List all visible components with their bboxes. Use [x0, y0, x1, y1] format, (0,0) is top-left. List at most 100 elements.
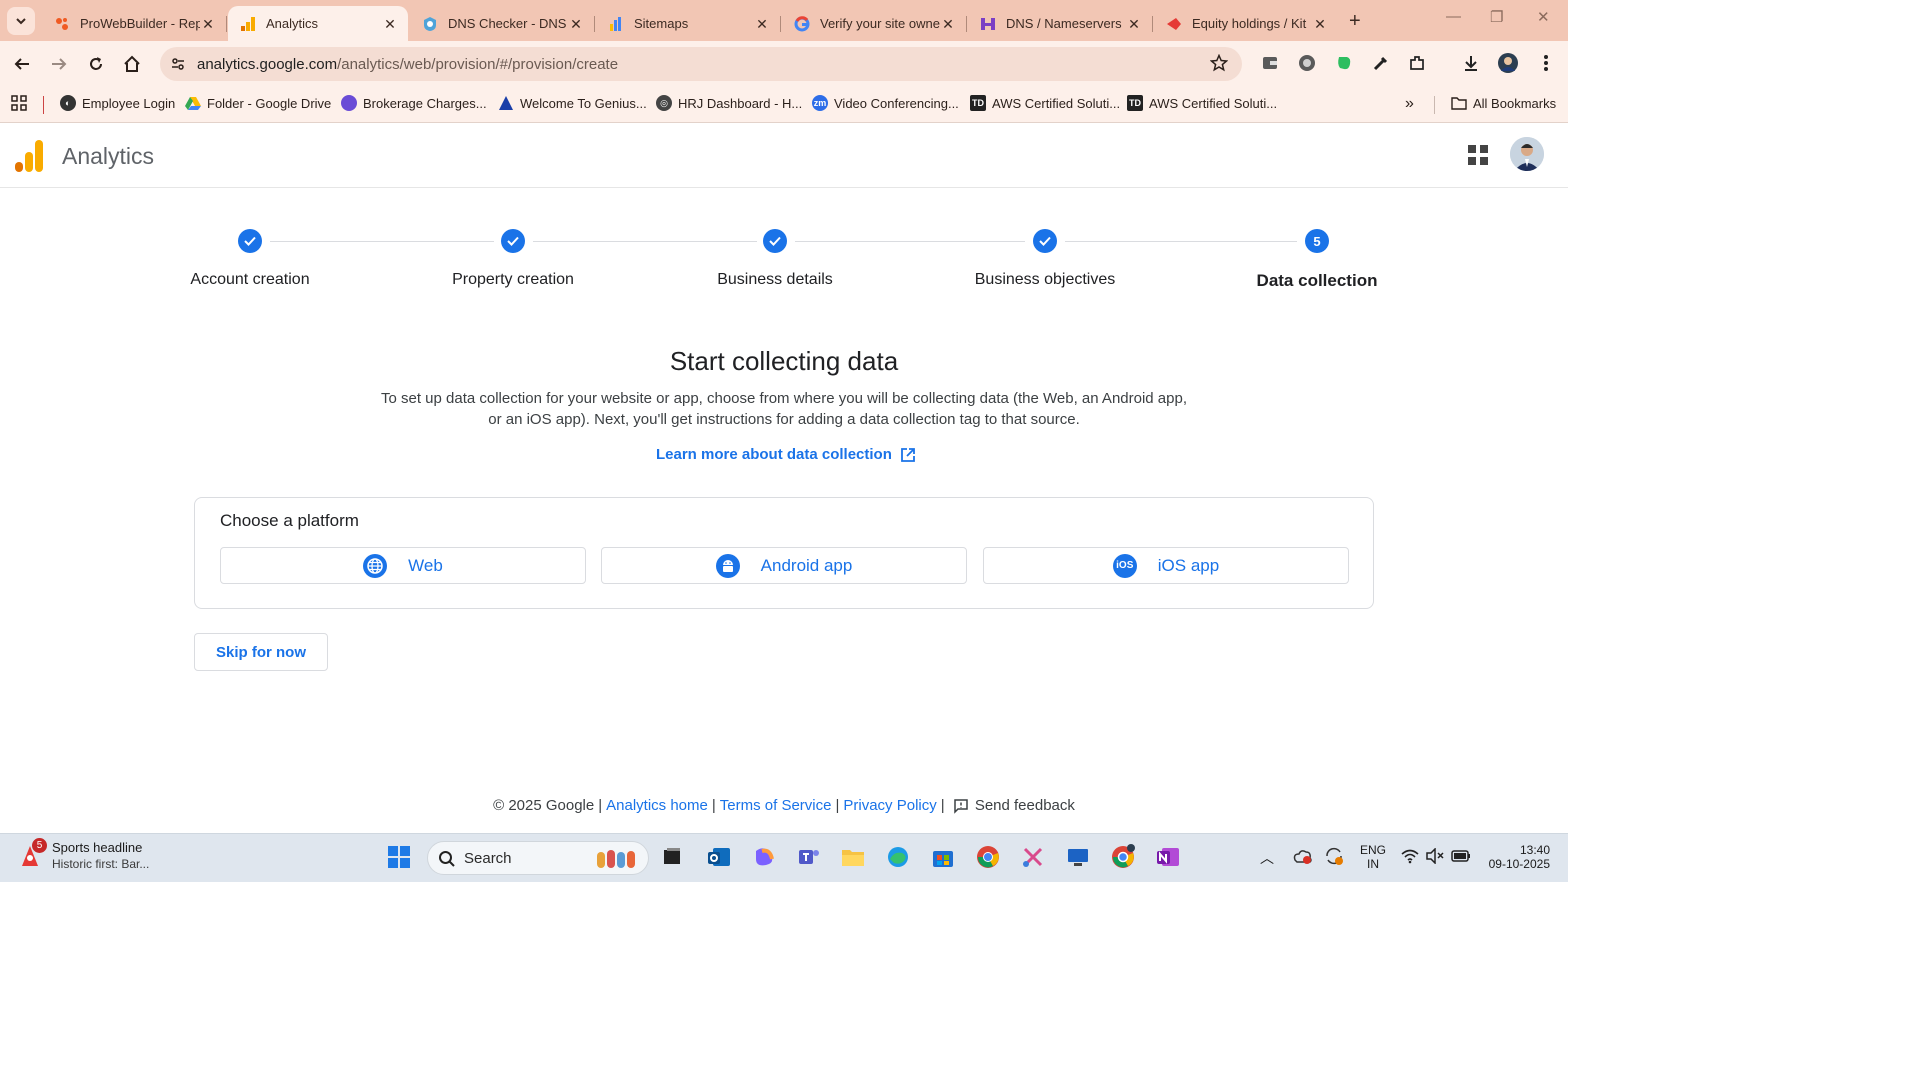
tab-title: Analytics — [266, 16, 319, 31]
tab-kite[interactable]: Equity holdings / Kit ✕ — [1154, 6, 1338, 41]
outlook-icon[interactable] — [706, 844, 732, 870]
bookmark-aws-1[interactable]: TD AWS Certified Soluti... — [970, 95, 1120, 111]
tab-analytics[interactable]: Analytics ✕ — [228, 6, 408, 41]
address-bar[interactable]: analytics.google.com/analytics/web/provi… — [160, 47, 1242, 81]
tab-title: DNS Checker - DNS C — [448, 16, 568, 31]
minimize-icon[interactable]: — — [1446, 8, 1461, 25]
nameservers-icon — [980, 16, 996, 32]
bookmark-hrj[interactable]: ◎ HRJ Dashboard - H... — [656, 95, 802, 111]
bookmark-aws-2[interactable]: TD AWS Certified Soluti... — [1127, 95, 1277, 111]
menu-kebab-icon[interactable] — [1535, 52, 1557, 74]
bookmark-genius[interactable]: Welcome To Genius... — [498, 95, 647, 111]
web-platform-label: Web — [408, 555, 443, 575]
chrome-icon[interactable] — [975, 844, 1001, 870]
analytics-home-link[interactable]: Analytics home — [606, 797, 708, 814]
news-title: Sports headline — [52, 840, 143, 855]
teams-icon[interactable] — [796, 844, 822, 870]
close-tab-icon[interactable]: ✕ — [382, 16, 398, 32]
news-widget[interactable]: 5 Sports headline Historic first: Bar... — [16, 838, 150, 871]
bookmark-video-conf[interactable]: zm Video Conferencing... — [812, 95, 959, 111]
more-bookmarks-chevron-icon[interactable]: » — [1405, 95, 1414, 113]
url-text[interactable]: analytics.google.com/analytics/web/provi… — [197, 56, 618, 73]
ios-platform-button[interactable]: iOS iOS app — [983, 547, 1349, 584]
globe-icon — [363, 553, 388, 578]
edge-icon[interactable] — [885, 844, 911, 870]
volume-muted-icon[interactable] — [1426, 847, 1444, 867]
tab-title: Verify your site owne — [820, 16, 940, 31]
bookmark-google-drive[interactable]: Folder - Google Drive — [185, 95, 331, 111]
language-indicator[interactable]: ENG IN — [1360, 843, 1386, 871]
account-avatar[interactable] — [1510, 137, 1544, 171]
clock[interactable]: 13:40 09-10-2025 — [1484, 843, 1550, 871]
android-platform-button[interactable]: Android app — [601, 547, 967, 584]
snipping-tool-icon[interactable] — [1020, 844, 1046, 870]
evernote-icon[interactable] — [1333, 52, 1355, 74]
close-tab-icon[interactable]: ✕ — [940, 16, 956, 32]
chrome-profile-icon[interactable] — [1110, 844, 1136, 870]
taskbar-search-input[interactable]: Search — [427, 841, 649, 875]
onedrive-icon[interactable] — [1291, 846, 1313, 869]
home-button[interactable] — [120, 52, 144, 76]
bookmark-brokerage[interactable]: Brokerage Charges... — [341, 95, 487, 111]
close-tab-icon[interactable]: ✕ — [754, 16, 770, 32]
close-tab-icon[interactable]: ✕ — [200, 16, 216, 32]
tab-search-button[interactable] — [7, 7, 35, 35]
extension-wallet-icon[interactable] — [1259, 52, 1281, 74]
analytics-logo-icon[interactable] — [15, 140, 43, 172]
bookmark-star-icon[interactable] — [1209, 53, 1229, 77]
apps-grid-icon[interactable] — [11, 95, 27, 111]
task-view-icon[interactable] — [659, 844, 685, 870]
terms-of-service-link[interactable]: Terms of Service — [720, 797, 832, 814]
remote-desktop-icon[interactable] — [1065, 844, 1091, 870]
genius-icon — [498, 95, 514, 111]
drive-icon — [185, 95, 201, 111]
sync-icon[interactable] — [1323, 846, 1345, 869]
new-tab-button[interactable]: + — [1349, 10, 1361, 33]
tab-nameservers[interactable]: DNS / Nameservers | ✕ — [968, 6, 1153, 41]
profile-avatar-icon[interactable] — [1497, 52, 1519, 74]
step-check-icon — [501, 229, 525, 253]
ios-platform-label: iOS app — [1157, 555, 1220, 575]
close-tab-icon[interactable]: ✕ — [1126, 16, 1142, 32]
file-explorer-icon[interactable] — [840, 844, 866, 870]
skip-for-now-button[interactable]: Skip for now — [194, 633, 328, 671]
back-button[interactable] — [10, 52, 34, 76]
reload-button[interactable] — [84, 52, 108, 76]
web-platform-button[interactable]: Web — [220, 547, 586, 584]
close-tab-icon[interactable]: ✕ — [1312, 16, 1328, 32]
tab-dnschecker[interactable]: DNS Checker - DNS C ✕ — [410, 6, 595, 41]
battery-icon[interactable] — [1451, 849, 1471, 866]
eyedropper-icon[interactable] — [1370, 52, 1392, 74]
tab-verify-site[interactable]: Verify your site owne ✕ — [782, 6, 967, 41]
news-subtitle: Historic first: Bar... — [52, 857, 150, 871]
bookmark-employee-login[interactable]: ◐ Employee Login — [60, 95, 175, 111]
copilot-icon[interactable] — [751, 844, 777, 870]
tray-overflow-chevron-icon[interactable]: ︿ — [1260, 848, 1274, 868]
all-bookmarks-button[interactable]: All Bookmarks — [1451, 95, 1556, 111]
store-icon[interactable] — [930, 844, 956, 870]
tab-sitemaps[interactable]: Sitemaps ✕ — [596, 6, 781, 41]
windows-start-icon[interactable] — [386, 844, 412, 870]
wifi-icon[interactable] — [1401, 848, 1419, 867]
google-apps-icon[interactable] — [1468, 145, 1488, 165]
stepper-connector — [795, 241, 1025, 242]
privacy-policy-link[interactable]: Privacy Policy — [843, 797, 936, 814]
restore-icon[interactable]: ❐ — [1490, 8, 1503, 26]
dnschecker-icon — [422, 16, 438, 32]
close-window-icon[interactable]: ✕ — [1537, 8, 1550, 26]
download-icon[interactable] — [1460, 52, 1482, 74]
forward-button[interactable] — [47, 52, 71, 76]
learn-more-link[interactable]: Learn more about data collection — [656, 446, 916, 463]
app-title[interactable]: Analytics — [62, 143, 154, 170]
step-label-business-details: Business details — [717, 271, 833, 288]
tab-prowebbuilder[interactable]: ProWebBuilder - Rep ✕ — [42, 6, 227, 41]
extensions-puzzle-icon[interactable] — [1406, 52, 1428, 74]
send-feedback-button[interactable]: Send feedback — [953, 797, 1075, 814]
search-icon — [439, 851, 455, 867]
hrj-icon: ◎ — [656, 95, 672, 111]
reload-icon — [90, 57, 102, 70]
extension-circle-icon[interactable] — [1296, 52, 1318, 74]
onenote-icon[interactable] — [1155, 844, 1181, 870]
site-info-icon[interactable] — [166, 52, 190, 76]
close-tab-icon[interactable]: ✕ — [568, 16, 584, 32]
